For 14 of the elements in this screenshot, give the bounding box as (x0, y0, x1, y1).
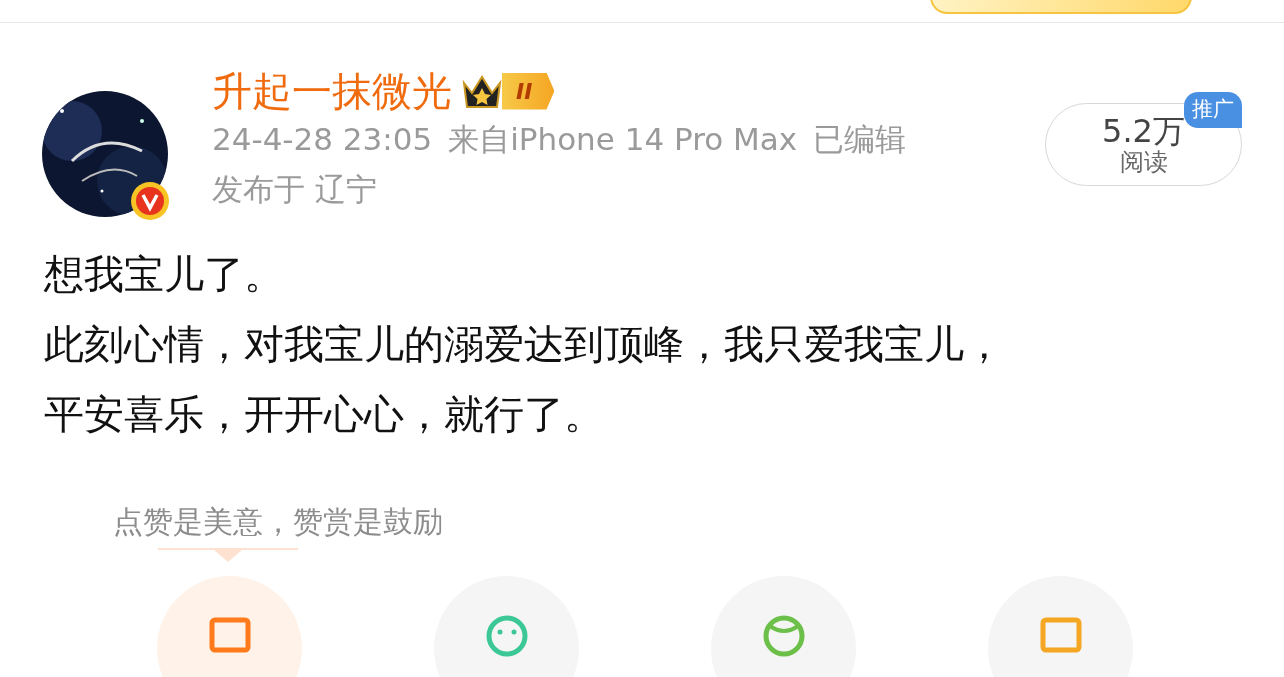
read-count: 5.2万 (1102, 113, 1185, 149)
username[interactable]: 升起一抹微光 (212, 67, 452, 115)
promo-tag: 推广 (1184, 92, 1242, 128)
post-time: 24-4-28 23:05 (212, 120, 433, 159)
post-location: 发布于 辽宁 (212, 170, 377, 207)
read-label: 阅读 (1119, 148, 1168, 176)
post-text-line: 想我宝儿了。 (44, 250, 285, 299)
edited-label: 已编辑 (813, 120, 907, 159)
level-badge: II (502, 72, 555, 110)
post-source: 来自iPhone 14 Pro Max (448, 120, 798, 159)
post-text-line: 此刻心情，对我宝儿的溺爱达到顶峰，我只爱我宝儿， (44, 320, 1005, 369)
reward-hint: 点赞是美意，赞赏是鼓励 (113, 503, 444, 541)
verified-icon (130, 181, 170, 221)
post-text-line: 平安喜乐，开开心心，就行了。 (44, 390, 605, 439)
